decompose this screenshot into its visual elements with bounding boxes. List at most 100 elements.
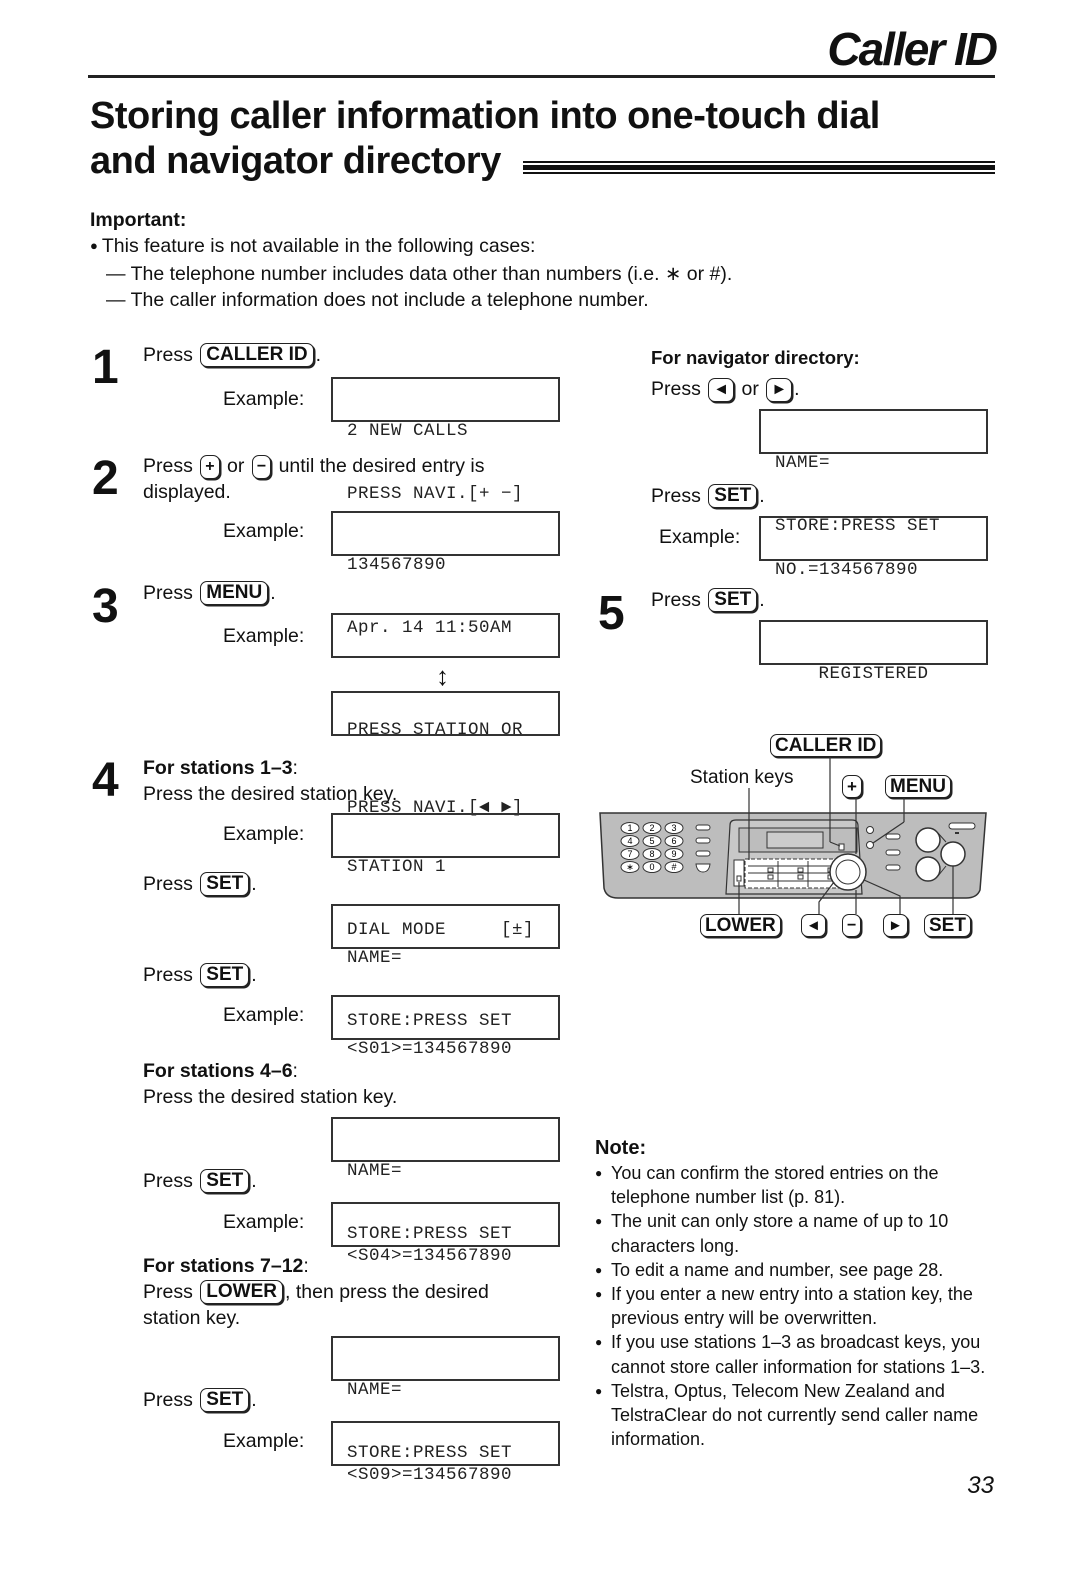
- lcd-display-s01: <S01>=134567890: [331, 995, 560, 1059]
- note-list: You can confirm the stored entries on th…: [595, 1161, 1000, 1451]
- lcd-line: STATION 1: [347, 857, 447, 877]
- set-button-shape: [940, 841, 966, 867]
- lcd-display-nav-number: NO.=134567890: [759, 516, 988, 580]
- important-section: Important: This feature is not available…: [90, 207, 890, 313]
- stations-4-6-block: For stations 4–6: Press the desired stat…: [143, 1058, 397, 1110]
- keypad-key-label: 0: [649, 862, 654, 872]
- period: .: [251, 1389, 257, 1411]
- step-number-1: 1: [92, 341, 119, 394]
- section-title: Caller ID: [827, 23, 998, 75]
- lcd-line: NAME=: [775, 453, 831, 473]
- note-heading: Note:: [595, 1137, 647, 1159]
- note-item: You can confirm the stored entries on th…: [595, 1161, 1000, 1209]
- press-text: Press: [651, 589, 701, 611]
- period: .: [251, 964, 257, 986]
- navigator-press-set: Press SET.: [651, 483, 765, 509]
- note-item: To edit a name and number, see page 28.: [595, 1258, 1000, 1282]
- press-set-1: Press SET.: [143, 871, 257, 897]
- press-text: Press: [143, 1281, 193, 1303]
- important-bullet: This feature is not available in the fol…: [90, 233, 890, 261]
- press-text: Press: [143, 344, 193, 366]
- lcd-display-name-3: NAME= STORE:PRESS SET: [331, 1336, 560, 1463]
- example-label: Example:: [223, 625, 305, 647]
- lower-key: LOWER: [200, 1280, 283, 1304]
- lcd-line: NAME=: [347, 1161, 403, 1181]
- press-text: Press: [143, 1170, 193, 1192]
- lcd-line: [347, 657, 558, 678]
- example-label: Example:: [223, 388, 305, 410]
- lcd-display-s09: <S09>=134567890: [331, 1421, 560, 1485]
- lcd-display-nav-name: NAME= STORE:PRESS SET: [759, 409, 988, 536]
- colon: :: [292, 757, 298, 779]
- lcd-line: NO.=134567890: [775, 560, 919, 580]
- step-5-instruction: Press SET.: [651, 587, 765, 613]
- lcd-line: <S09>=134567890: [347, 1465, 513, 1485]
- stations-1-3-text: Press the desired station key.: [143, 783, 398, 805]
- step-2-instruction: Press + or − until the desired entry is …: [143, 453, 563, 505]
- stations-1-3-heading: For stations 1–3: [143, 757, 293, 779]
- press-text: Press: [143, 964, 193, 986]
- minus-key: −: [251, 455, 272, 479]
- press-text: Press: [143, 582, 193, 604]
- toggle-arrow-icon: ↕: [436, 661, 449, 691]
- keypad-key-label: 2: [649, 823, 654, 833]
- lcd-line: 134567890: [347, 555, 447, 575]
- period: .: [759, 589, 765, 611]
- note-item: If you use stations 1–3 as broadcast key…: [595, 1330, 1000, 1378]
- stations-7-12-block: For stations 7–12: Press LOWER, then pre…: [143, 1253, 573, 1331]
- lcd-display-s04: <S04>=134567890: [331, 1202, 560, 1266]
- title-decoration-rule: [523, 161, 995, 174]
- step-3-instruction: Press MENU.: [143, 580, 276, 606]
- fax-panel-illustration: 1 2 3 4 5 6 7 8 9 ∗ 0 #: [599, 757, 987, 914]
- keypad-key-label: 4: [627, 836, 632, 846]
- lcd-display-step3b: PRESS NAVI.[◄ ►]: [331, 691, 560, 818]
- lcd-display-name-2: NAME= STORE:PRESS SET: [331, 1117, 560, 1244]
- period: .: [315, 344, 322, 366]
- caller-id-key: CALLER ID: [200, 343, 314, 367]
- lcd-display-step3a: PRESS STATION OR: [331, 613, 560, 740]
- keypad-key-label: 5: [649, 836, 654, 846]
- lcd-line: REGISTERED: [818, 664, 929, 684]
- note-item: If you enter a new entry into a station …: [595, 1282, 1000, 1330]
- lcd-display-name-1: NAME= STORE:PRESS SET: [331, 904, 560, 1031]
- set-key: SET: [200, 963, 250, 987]
- colon: :: [303, 1255, 309, 1277]
- control-panel-diagram: CALLER ID Station keys + MENU LOWER ◄ − …: [594, 730, 994, 950]
- example-label: Example:: [223, 1430, 305, 1452]
- note-item: Telstra, Optus, Telecom New Zealand and …: [595, 1379, 1000, 1452]
- plus-key: +: [200, 455, 220, 479]
- period: .: [759, 485, 765, 507]
- example-label: Example:: [659, 526, 741, 548]
- period: .: [270, 582, 276, 604]
- navigator-heading: For navigator directory:: [651, 347, 860, 368]
- page-number: 33: [967, 1472, 994, 1499]
- example-label: Example:: [223, 1004, 305, 1026]
- press-set-2: Press SET.: [143, 962, 257, 988]
- lcd-line: [347, 1528, 558, 1549]
- press-text: Press: [651, 485, 701, 507]
- lcd-display-registered: REGISTERED: [759, 620, 988, 684]
- press-text: Press: [143, 455, 193, 477]
- right-arrow-key: ►: [766, 378, 793, 402]
- step-2-text-line2: displayed.: [143, 481, 231, 503]
- step-number-5: 5: [598, 587, 625, 640]
- step-1-instruction: Press CALLER ID.: [143, 342, 321, 368]
- lcd-line: 2 NEW CALLS: [347, 421, 469, 441]
- set-key: SET: [200, 1388, 250, 1412]
- example-label: Example:: [223, 520, 305, 542]
- stations-1-3-block: For stations 1–3: Press the desired stat…: [143, 755, 397, 807]
- set-key: SET: [708, 484, 758, 508]
- keypad-key-label: 6: [671, 836, 676, 846]
- or-text: or: [741, 378, 759, 400]
- keypad-key-label: 9: [671, 849, 676, 859]
- lcd-line: NAME=: [347, 1380, 403, 1400]
- lcd-display-station1: STATION 1 DIAL MODE [±]: [331, 813, 560, 940]
- caller-id-button-shape: [838, 843, 845, 851]
- lcd-line: [347, 735, 558, 756]
- menu-key: MENU: [200, 581, 269, 605]
- press-text: Press: [143, 1389, 193, 1411]
- page-title-line1: Storing caller information into one-touc…: [90, 95, 880, 137]
- keypad-key-label: 1: [627, 823, 632, 833]
- header-rule: [88, 75, 995, 78]
- lcd-line: <S01>=134567890: [347, 1039, 513, 1059]
